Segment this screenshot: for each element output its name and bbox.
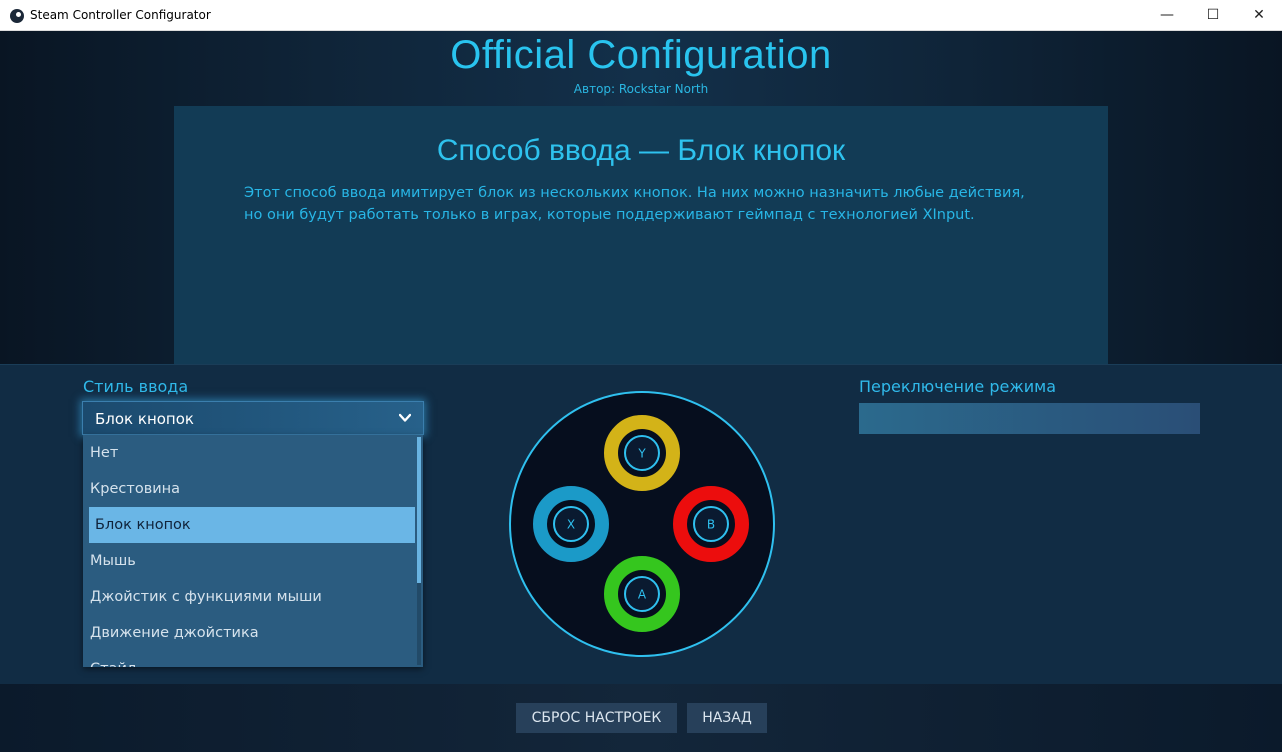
description-title: Способ ввода — Блок кнопок xyxy=(436,134,846,167)
settings-area: Стиль ввода Блок кнопок Нет Крестовина Б… xyxy=(0,364,1282,685)
dropdown-scrollbar-thumb[interactable] xyxy=(417,437,421,583)
chevron-down-icon xyxy=(399,413,411,422)
main-area: Official Configuration Автор: Rockstar N… xyxy=(0,31,1282,752)
button-b-label: B xyxy=(707,518,715,532)
maximize-icon[interactable]: ☐ xyxy=(1190,0,1236,31)
mode-switch-label: Переключение режима xyxy=(859,377,1057,396)
footer-bar: СБРОС НАСТРОЕК НАЗАД xyxy=(0,684,1282,752)
button-y-label: Y xyxy=(637,447,646,461)
input-style-label: Стиль ввода xyxy=(83,377,189,396)
dropdown-option-partial[interactable]: Стайл xyxy=(89,651,415,667)
button-a-label: A xyxy=(638,588,647,602)
close-icon[interactable]: ✕ xyxy=(1236,0,1282,31)
button-pad-diagram: Y X B A xyxy=(509,391,775,657)
input-style-selected-value: Блок кнопок xyxy=(95,410,194,428)
dropdown-option-joystick-move[interactable]: Движение джойстика xyxy=(89,615,415,651)
description-body: Этот способ ввода имитирует блок из неск… xyxy=(244,185,1025,223)
window-title: Steam Controller Configurator xyxy=(30,8,211,22)
config-author: Автор: Rockstar North xyxy=(573,82,709,96)
dropdown-option-none[interactable]: Нет xyxy=(89,435,415,471)
input-style-select[interactable]: Блок кнопок xyxy=(82,401,424,435)
button-x-label: X xyxy=(567,518,575,532)
minimize-icon[interactable]: — xyxy=(1144,0,1190,31)
input-style-dropdown[interactable]: Нет Крестовина Блок кнопок Мышь Джойстик… xyxy=(83,435,423,667)
mode-switch-field[interactable] xyxy=(859,403,1200,434)
config-title: Official Configuration xyxy=(450,33,832,77)
dropdown-option-button-pad[interactable]: Блок кнопок xyxy=(89,507,415,543)
window-titlebar: Steam Controller Configurator — ☐ ✕ xyxy=(0,0,1282,31)
dropdown-option-mouse[interactable]: Мышь xyxy=(89,543,415,579)
reset-settings-button[interactable]: СБРОС НАСТРОЕК xyxy=(516,703,677,733)
dropdown-option-dpad[interactable]: Крестовина xyxy=(89,471,415,507)
description-panel: Способ ввода — Блок кнопок Этот способ в… xyxy=(174,106,1108,364)
back-button[interactable]: НАЗАД xyxy=(687,703,767,733)
dropdown-option-joystick-mouse[interactable]: Джойстик с функциями мыши xyxy=(89,579,415,615)
steam-icon xyxy=(10,9,24,23)
